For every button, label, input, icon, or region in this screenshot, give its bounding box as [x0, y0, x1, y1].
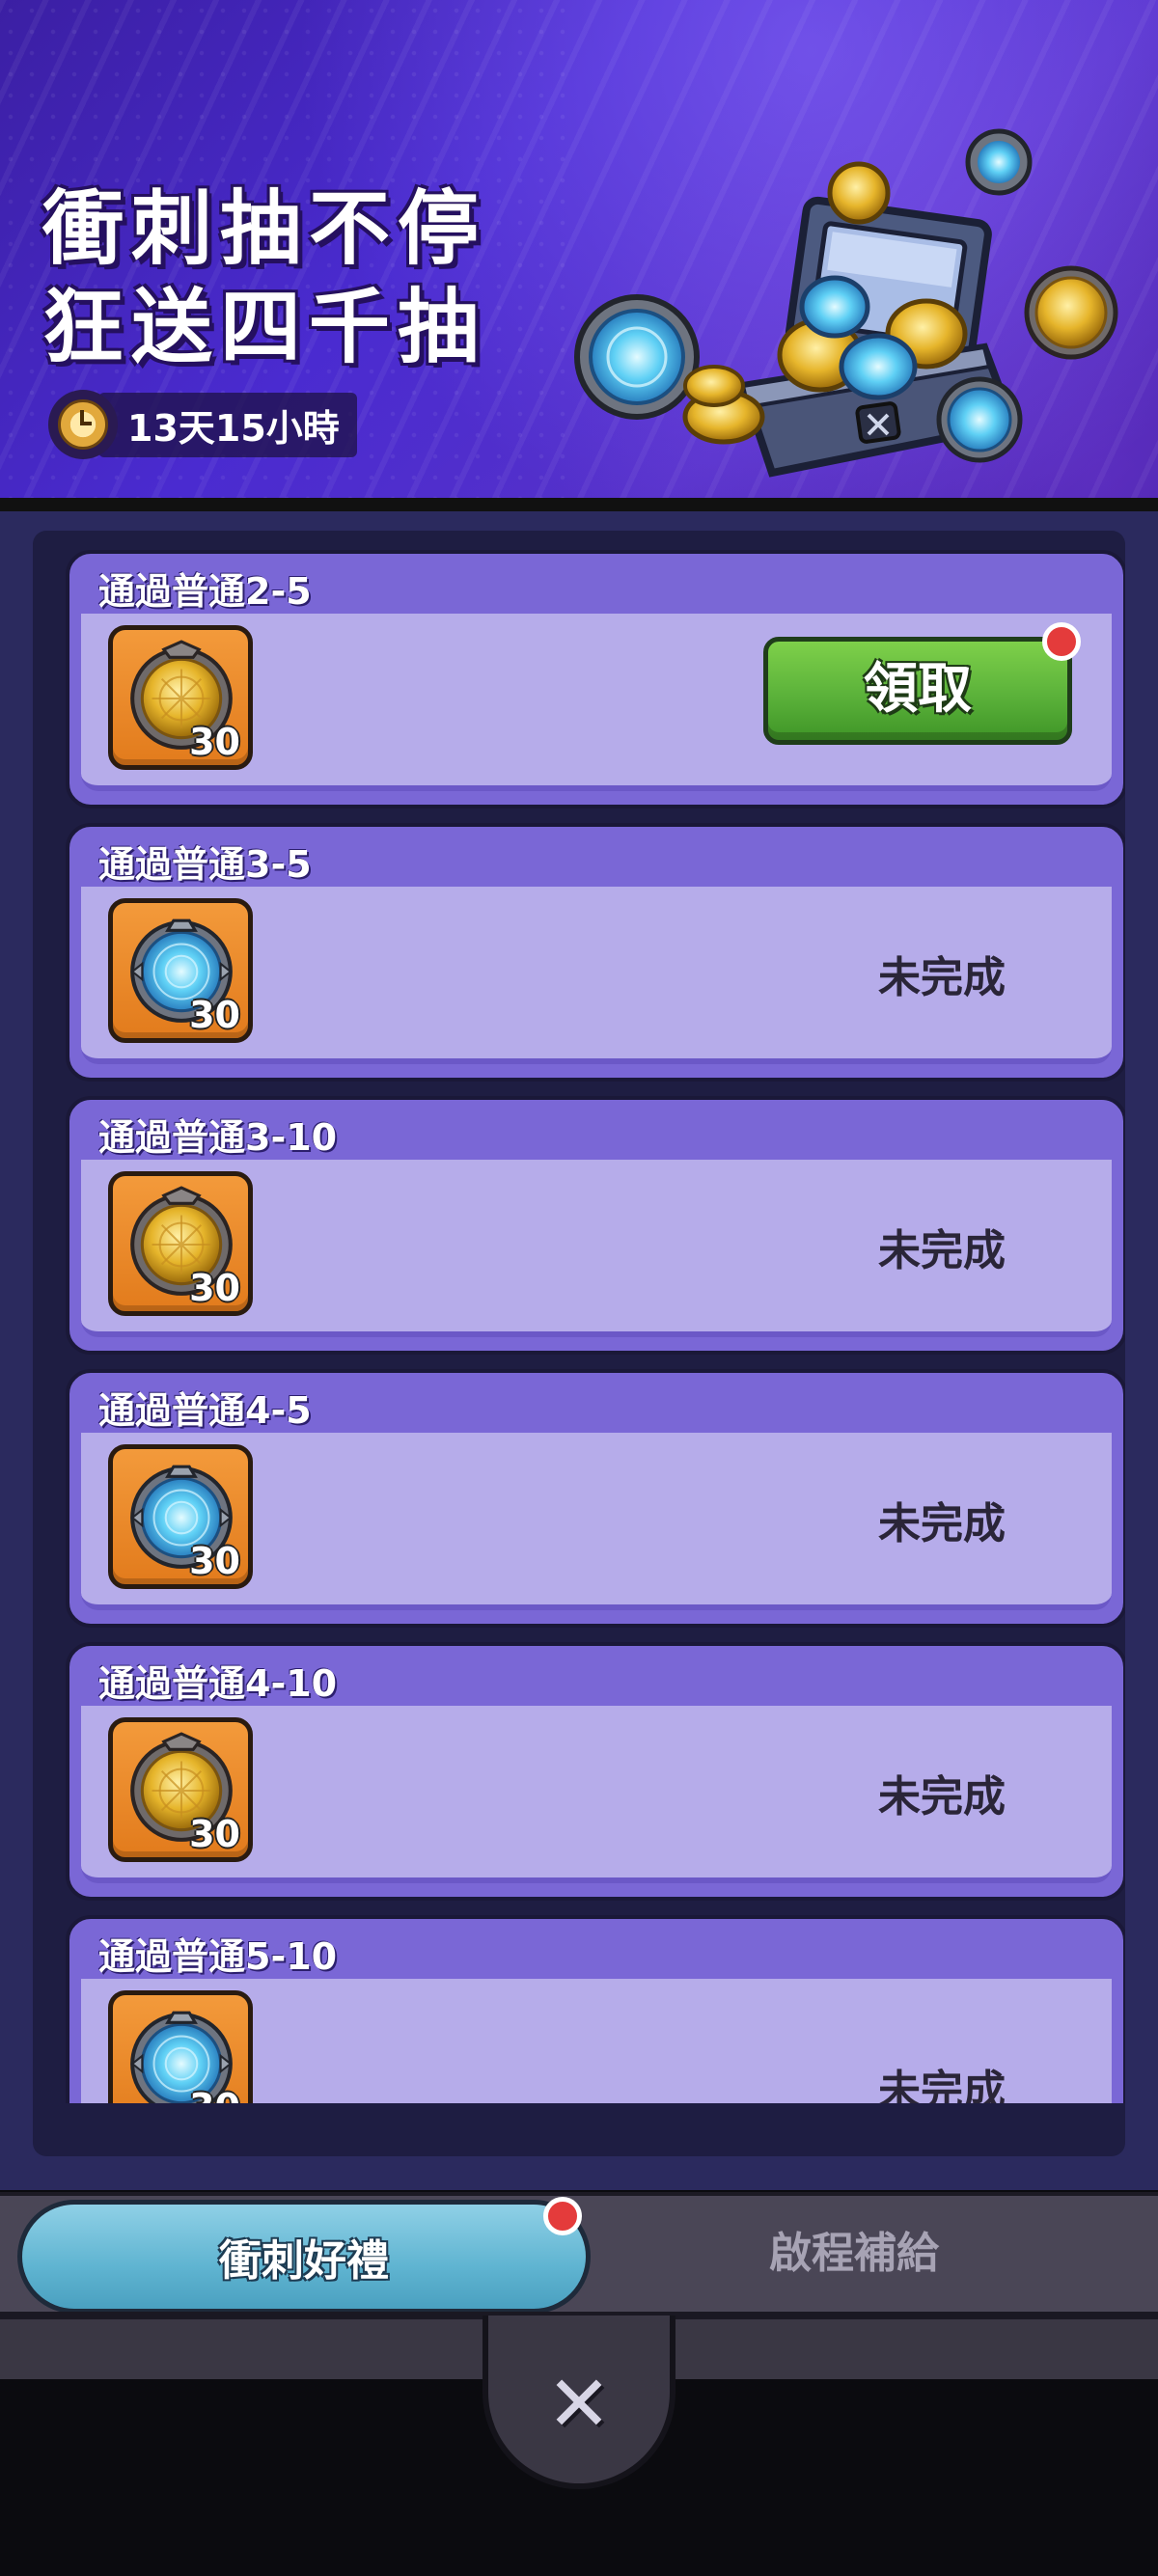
reward-count: 30	[189, 721, 240, 763]
reward-item[interactable]: 30	[108, 898, 253, 1043]
reward-item[interactable]: 30	[108, 625, 253, 770]
tab-sprint-gifts[interactable]: 衝刺好禮	[17, 2197, 591, 2314]
mission-status: 未完成	[878, 1226, 1006, 1275]
reward-item[interactable]: 30	[108, 1171, 253, 1316]
treasure-chest-illustration	[574, 128, 1118, 478]
mission-status: 未完成	[878, 953, 1006, 1002]
reward-item[interactable]: 30	[108, 1990, 253, 2103]
mission-card: 通過普通2-5 30 領取	[66, 550, 1125, 808]
notification-dot	[1042, 622, 1081, 661]
mission-body: 30 未完成	[81, 887, 1112, 1064]
mission-body: 30 未完成	[81, 1979, 1112, 2103]
tab-launch-supply[interactable]: 啟程補給	[598, 2196, 1110, 2312]
event-banner: 衝刺抽不停 狂送四千抽 13天15小時	[0, 0, 1158, 502]
mission-title: 通過普通4-10	[98, 1662, 338, 1705]
reward-count: 30	[189, 1540, 240, 1582]
tab-label: 啟程補給	[769, 2229, 939, 2278]
banner-title-line2: 狂送四千抽	[42, 262, 486, 379]
stopwatch-icon	[48, 390, 118, 459]
banner-divider	[0, 498, 1158, 511]
reward-item[interactable]: 30	[108, 1717, 253, 1862]
mission-status: 未完成	[878, 1772, 1006, 1822]
mission-card: 通過普通3-5 30 未完成	[66, 823, 1125, 1082]
mission-list[interactable]: 通過普通2-5 30 領取 通過普通3-5 30 未完成 通過普通3-10 30…	[33, 531, 1125, 2103]
mission-title: 通過普通3-10	[98, 1116, 338, 1159]
mission-card: 通過普通4-5 30 未完成	[66, 1369, 1125, 1628]
claim-button-label: 領取	[864, 658, 972, 721]
mission-card: 通過普通3-10 30 未完成	[66, 1096, 1125, 1355]
tab-bar: 衝刺好禮 啟程補給	[0, 2192, 1158, 2314]
mission-body: 30 未完成	[81, 1160, 1112, 1337]
close-button[interactable]: ✕	[537, 2362, 621, 2447]
reward-item[interactable]: 30	[108, 1444, 253, 1589]
mission-body: 30 領取	[81, 614, 1112, 791]
reward-count: 30	[189, 1267, 240, 1309]
tab-label: 衝刺好禮	[219, 2236, 389, 2286]
countdown-timer: 13天15小時	[48, 390, 357, 459]
mission-title: 通過普通3-5	[98, 843, 312, 886]
mission-status: 未完成	[878, 1499, 1006, 1548]
mission-body: 30 未完成	[81, 1433, 1112, 1610]
notification-dot	[543, 2197, 582, 2235]
mission-body: 30 未完成	[81, 1706, 1112, 1883]
mission-card: 通過普通5-10 30 未完成	[66, 1915, 1125, 2103]
mission-title: 通過普通2-5	[98, 570, 312, 613]
mission-title: 通過普通4-5	[98, 1389, 312, 1432]
close-icon: ✕	[546, 2359, 612, 2449]
reward-count: 30	[189, 994, 240, 1036]
reward-count: 30	[189, 1813, 240, 1855]
mission-title: 通過普通5-10	[98, 1935, 338, 1978]
mission-card: 通過普通4-10 30 未完成	[66, 1642, 1125, 1901]
mission-status: 未完成	[878, 2067, 1006, 2103]
reward-count: 30	[189, 2086, 240, 2103]
countdown-text: 13天15小時	[98, 392, 357, 457]
claim-button[interactable]: 領取	[763, 622, 1081, 745]
